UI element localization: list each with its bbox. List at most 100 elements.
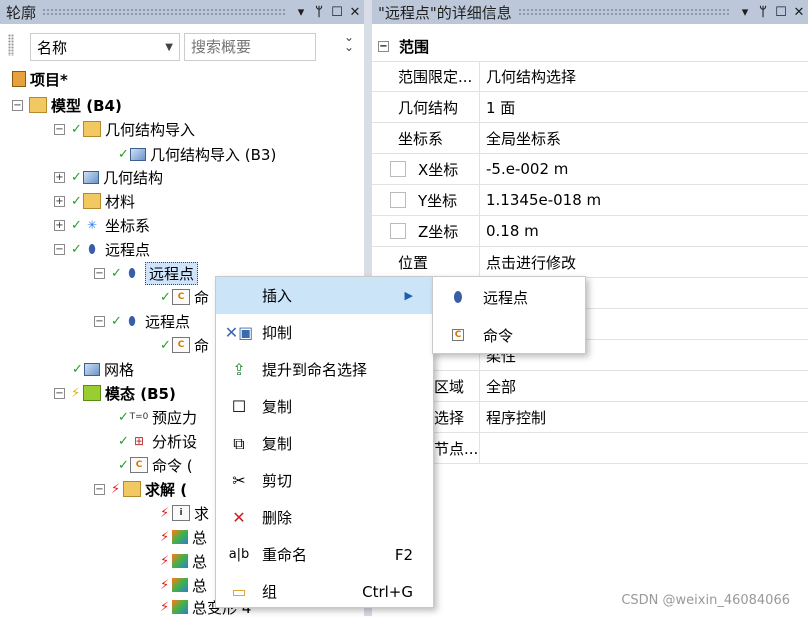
lightning-icon: ⚡ — [160, 577, 170, 593]
collapse-toggle[interactable]: − — [94, 315, 105, 327]
detail-value[interactable]: 1 面 — [480, 92, 808, 122]
collapse-toggle[interactable]: − — [378, 40, 389, 52]
collapse-toggle[interactable]: − — [94, 267, 105, 279]
menu-item-group[interactable]: ▭ 组 Ctrl+G — [216, 573, 433, 610]
tree-node-command-1[interactable]: ✓ C 命 — [160, 286, 209, 308]
title-grip[interactable] — [517, 8, 730, 16]
tree-node-geometry-import-b3[interactable]: ✓ 几何结构导入 (B3) — [118, 143, 276, 165]
tree-node-model[interactable]: − 模型 (B4) — [12, 94, 122, 116]
menu-label: 复制 — [262, 435, 293, 453]
submenu-item-remote-point[interactable]: ⬮ 远程点 — [433, 278, 585, 316]
submenu-item-command[interactable]: C 命令 — [433, 316, 585, 354]
details-row-nodes[interactable]: 节点... — [372, 433, 808, 464]
menu-item-promote[interactable]: ⇪ 提升到命名选择 — [216, 351, 433, 388]
context-menu: 插入 ▶ ✕▣ 抑制 ⇪ 提升到命名选择 ☐ 复制 ⧉ 复制 ✂ 剪切 ✕ 删除… — [215, 276, 434, 608]
tree-node-geometry[interactable]: + ✓ 几何结构 — [54, 166, 163, 188]
details-row-pinball-region[interactable]: 区域 全部 — [372, 371, 808, 402]
pin-icon[interactable]: ᛘ — [310, 5, 328, 20]
menu-item-delete[interactable]: ✕ 删除 — [216, 499, 433, 536]
close-icon[interactable]: ✕ — [790, 5, 808, 20]
menu-shortcut: Ctrl+G — [362, 582, 413, 601]
dropdown-icon[interactable]: ▾ — [736, 5, 754, 20]
parameter-checkbox[interactable] — [390, 161, 406, 177]
collapse-toggle[interactable]: − — [94, 483, 105, 495]
menu-item-duplicate[interactable]: ☐ 复制 — [216, 388, 433, 425]
title-grip[interactable] — [42, 8, 286, 16]
close-icon[interactable]: ✕ — [346, 5, 364, 20]
collapse-toggle[interactable]: − — [54, 243, 65, 255]
detail-value[interactable]: -5.e-002 m — [480, 154, 808, 184]
tree-node-project[interactable]: 项目* — [12, 68, 68, 90]
expand-toggle[interactable]: + — [54, 171, 65, 183]
tree-node-solution-info[interactable]: ⚡ i 求 — [160, 502, 209, 524]
maximize-icon[interactable]: ☐ — [328, 5, 346, 20]
maximize-icon[interactable]: ☐ — [772, 5, 790, 20]
check-icon: ✓ — [118, 146, 129, 162]
details-row-geometry[interactable]: 几何结构 1 面 — [372, 92, 808, 123]
details-row-scoping-method[interactable]: 范围限定... 几何结构选择 — [372, 61, 808, 92]
detail-value[interactable]: 0.18 m — [480, 216, 808, 246]
tree-node-result-2[interactable]: ⚡ 总 — [160, 550, 207, 572]
collapse-toggle[interactable]: − — [54, 123, 65, 135]
details-row-x-coordinate[interactable]: X坐标 -5.e-002 m — [372, 154, 808, 185]
menu-label: 命令 — [483, 326, 514, 345]
lightning-icon: ⚡ — [111, 481, 121, 497]
menu-item-insert[interactable]: 插入 ▶ — [216, 277, 433, 314]
tree-node-modal[interactable]: − ⚡ 模态 (B5) — [54, 382, 176, 404]
pin-icon[interactable]: ᛘ — [754, 5, 772, 20]
section-scope[interactable]: − 范围 — [372, 31, 808, 62]
name-filter-select[interactable]: 名称 ▼ — [30, 33, 180, 61]
dropdown-icon[interactable]: ▾ — [292, 5, 310, 20]
details-row-z-coordinate[interactable]: Z坐标 0.18 m — [372, 216, 808, 247]
tree-node-prestress[interactable]: ✓ T=0 预应力 — [118, 406, 197, 428]
details-row-location[interactable]: 位置 点击进行修改 — [372, 247, 808, 278]
expand-toggle[interactable]: + — [54, 219, 65, 231]
tree-node-remote-point-1[interactable]: − ✓ ⬮ 远程点 — [94, 261, 199, 285]
tree-node-result-3[interactable]: ⚡ 总 — [160, 574, 207, 596]
check-icon: ✓ — [71, 241, 82, 257]
tree-node-coordinate-systems[interactable]: + ✓ ✳ 坐标系 — [54, 214, 150, 236]
submenu-arrow-icon: ▶ — [404, 289, 413, 302]
parameter-checkbox[interactable] — [390, 192, 406, 208]
detail-value[interactable]: 全部 — [480, 371, 808, 401]
tree-node-remote-points[interactable]: − ✓ ⬮ 远程点 — [54, 238, 150, 260]
menu-item-copy[interactable]: ⧉ 复制 — [216, 425, 433, 462]
modal-icon — [83, 385, 101, 401]
search-outline-input[interactable] — [184, 33, 316, 61]
tree-node-command-3[interactable]: ✓ C 命令 ( — [118, 454, 193, 476]
detail-value[interactable]: 全局坐标系 — [480, 123, 808, 153]
collapse-toggle[interactable]: − — [12, 99, 23, 111]
lightning-icon: ⚡ — [160, 505, 170, 521]
detail-value[interactable]: 程序控制 — [480, 402, 808, 432]
parameter-checkbox[interactable] — [390, 223, 406, 239]
tree-node-result-1[interactable]: ⚡ 总 — [160, 526, 207, 548]
tree-node-mesh[interactable]: ✓ 网格 — [72, 358, 134, 380]
menu-item-rename[interactable]: a|b 重命名 F2 — [216, 536, 433, 573]
tree-node-remote-point-2[interactable]: − ✓ ⬮ 远程点 — [94, 310, 190, 332]
tree-node-materials[interactable]: + ✓ 材料 — [54, 190, 135, 212]
menu-item-cut[interactable]: ✂ 剪切 — [216, 462, 433, 499]
toolbar-overflow-icon[interactable]: ⌄ ⌄ — [344, 31, 354, 53]
tree-node-solution[interactable]: − ⚡ 求解 ( — [94, 478, 187, 500]
details-row-dof-selection[interactable]: 选择 程序控制 — [372, 402, 808, 433]
detail-value[interactable]: 点击进行修改 — [480, 247, 808, 277]
delete-icon: ✕ — [232, 508, 246, 527]
expand-toggle[interactable]: + — [54, 195, 65, 207]
details-row-coordinate-system[interactable]: 坐标系 全局坐标系 — [372, 123, 808, 154]
tree-node-analysis-settings[interactable]: ✓ ⊞ 分析设 — [118, 430, 197, 452]
tree-label: 远程点 — [145, 312, 191, 331]
details-row-y-coordinate[interactable]: Y坐标 1.1345e-018 m — [372, 185, 808, 216]
tree-node-command-2[interactable]: ✓ C 命 — [160, 334, 209, 356]
detail-value[interactable] — [480, 433, 808, 463]
menu-item-suppress[interactable]: ✕▣ 抑制 — [216, 314, 433, 351]
toolbar-grip-icon[interactable] — [8, 34, 14, 56]
check-icon: ✓ — [118, 457, 129, 473]
collapse-toggle[interactable]: − — [54, 387, 65, 399]
watermark: CSDN @weixin_46084066 — [621, 593, 790, 608]
check-icon: ✓ — [71, 121, 82, 137]
detail-key: 位置 — [372, 247, 480, 277]
detail-value[interactable]: 几何结构选择 — [480, 61, 808, 91]
detail-value[interactable]: 1.1345e-018 m — [480, 185, 808, 215]
tree-node-geometry-import[interactable]: − ✓ 几何结构导入 — [54, 118, 195, 140]
tree-label: 远程点 — [105, 240, 151, 259]
